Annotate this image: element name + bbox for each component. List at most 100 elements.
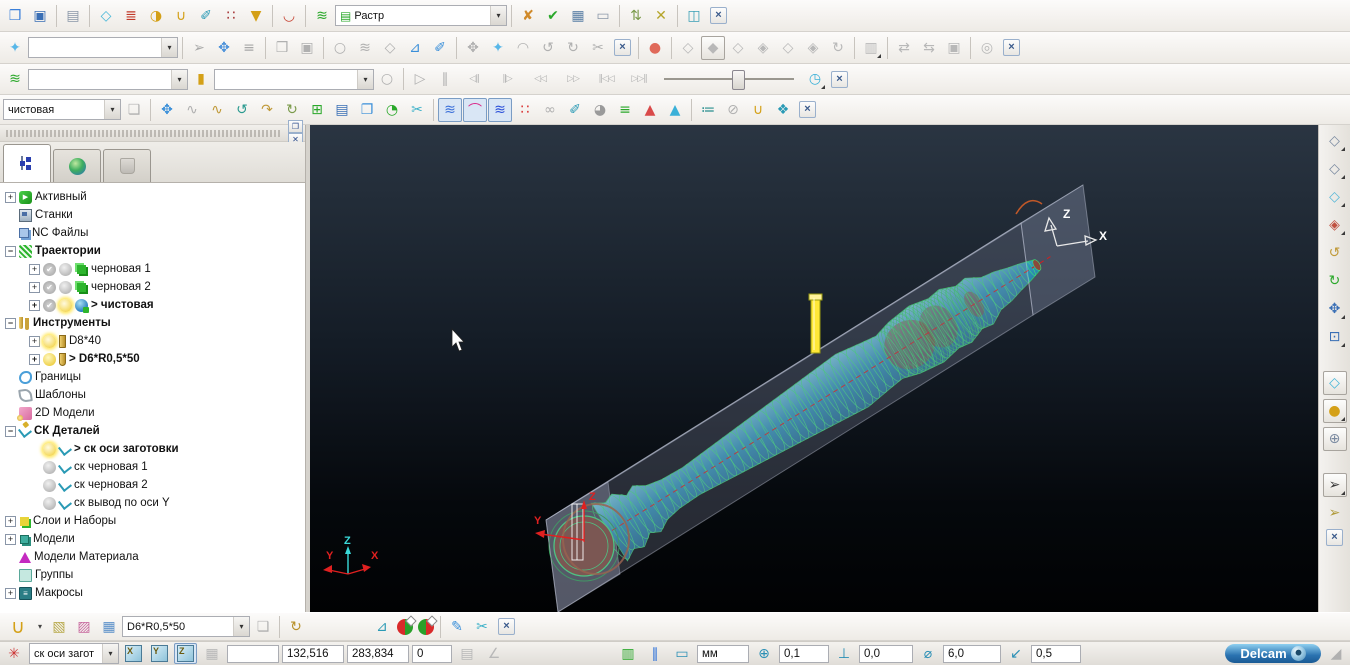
tree-item-wp-vyvod-po-osi-y[interactable]: ск вывод по оси Y [3,494,305,512]
print[interactable]: ▤ [61,4,85,28]
tool-combo-dropdown-icon[interactable]: ▾ [357,70,373,89]
tool-levels[interactable]: ❏ [251,615,275,639]
go-to-end[interactable]: ▷▷∥ [623,67,655,91]
tolerance[interactable]: 0,1 [779,645,829,663]
tree-item-boundaries[interactable]: Границы [3,368,305,386]
smooth-curve[interactable]: ◠ [511,36,535,60]
toolpath-parameters[interactable]: ▤ [330,98,354,122]
visibility-bulb[interactable]: ○ [375,67,399,91]
block-sim-4[interactable]: ◈ [751,36,775,60]
save-project[interactable]: ▣ [28,4,52,28]
coord-extra[interactable] [227,645,279,663]
thickness-icon[interactable]: ⊥ [832,642,856,665]
close-main-toolbar[interactable]: × [710,7,727,24]
tree-item-machines[interactable]: Станки [3,206,305,224]
edit-points[interactable]: ✦ [486,36,510,60]
view-along-x[interactable]: X [122,643,145,664]
expand-toggle[interactable]: − [5,318,16,329]
block-sim-5[interactable]: ◇ [776,36,800,60]
cut-curve[interactable]: ✂ [586,36,610,60]
expand-toggle[interactable]: − [5,246,16,257]
expand-toggle[interactable]: + [29,336,40,347]
tree-item-tool-d6-r05-50[interactable]: +> D6*R0,5*50 [3,350,305,368]
tool-change[interactable]: ⇅ [624,4,648,28]
cut-tool[interactable]: ✂ [470,615,494,639]
nc-program-blocks[interactable]: ◫ [682,4,706,28]
active-tool[interactable]: ∪ [3,615,33,639]
drag-handle[interactable] [6,130,282,137]
tolerance-icon[interactable]: ⊕ [752,642,776,665]
tool-u[interactable]: ∪ [169,4,193,28]
show-links[interactable]: ⌒ [463,98,487,122]
block-sim-1[interactable]: ◇ [676,36,700,60]
show-leads[interactable]: ≋ [488,98,512,122]
expand-toggle[interactable]: + [29,300,40,311]
tree-item-tool-d8-40[interactable]: +D8*40 [3,332,305,350]
reverse-toolpath[interactable]: ↻ [280,98,304,122]
active-cs-combo-dropdown-icon[interactable]: ▾ [102,644,118,663]
step-back[interactable]: ◁∥ [458,67,490,91]
move-items[interactable]: ✥ [212,36,236,60]
units[interactable]: мм [697,645,749,663]
transform-toolpath[interactable]: ✕ [649,4,673,28]
redo[interactable]: ↻ [561,36,585,60]
search-toolpath[interactable]: ≔ [696,98,720,122]
tree-item-wp-chernovaya-2[interactable]: ск черновая 2 [3,476,305,494]
grid-toggle[interactable]: ▦ [200,642,224,665]
workplane-edit[interactable]: ✐ [194,4,218,28]
show-holder[interactable]: ▲ [663,98,687,122]
scale-ruler[interactable]: ▭ [670,642,694,665]
tree-item-active[interactable]: +Активный [3,188,305,206]
stepover[interactable]: 0,5 [1031,645,1081,663]
show-collisions[interactable]: ▲ [638,98,662,122]
tool-diameter[interactable]: 6,0 [943,645,1001,663]
machining-time[interactable]: ◔ [380,98,404,122]
move-toolpath[interactable]: ✥ [155,98,179,122]
play[interactable]: ▷ [408,67,432,91]
shade-mode-2[interactable] [418,619,434,635]
expand-toggle[interactable]: + [29,264,40,275]
feed-rates[interactable]: ≣ [119,4,143,28]
view-along-z[interactable]: Z [174,643,197,664]
tab-explorer[interactable] [3,144,51,182]
power-off[interactable]: ◎ [975,36,999,60]
split-toolpath[interactable]: ✂ [405,98,429,122]
block-sim-3[interactable]: ◇ [726,36,750,60]
close-playback-toolbar[interactable]: × [831,71,848,88]
tab-web[interactable] [53,149,101,182]
drill-axis[interactable]: ⊘ [721,98,745,122]
tree-item-toolpaths[interactable]: −Траектории [3,242,305,260]
thickness[interactable]: 0,0 [859,645,913,663]
zoom-box[interactable]: ⊡ [1323,325,1347,349]
toolpath-profile[interactable]: ∿ [180,98,204,122]
block-calc[interactable]: ▥ [616,642,640,665]
transform-curve[interactable]: ✥ [461,36,485,60]
active-tool-dropdown[interactable]: ▾ [34,615,46,639]
limit-curve[interactable]: ⊿ [403,36,427,60]
block-sim-7[interactable]: ↻ [826,36,850,60]
sim-clock[interactable]: ◷ [803,67,827,91]
shade-mode-1[interactable] [397,619,413,635]
active-cs-combo[interactable]: ск оси загот▾ [29,643,119,664]
toolpath-combo-dropdown-icon[interactable]: ▾ [171,70,187,89]
sim-pause-indicator[interactable]: ∥ [643,642,667,665]
tree-item-2d-models[interactable]: 2D Модели [3,404,305,422]
expand-toggle[interactable]: + [29,354,40,365]
open-project[interactable]: ❒ [3,4,27,28]
tool-holder-profile[interactable]: ▦ [97,615,121,639]
sim-speed-slider[interactable] [664,68,794,90]
toolpath-levels[interactable]: ❏ [122,98,146,122]
toolpath-combo[interactable]: ▾ [28,69,188,90]
tools-list-icon[interactable]: ▮ [189,67,213,91]
model-swap-forward[interactable]: ⇆ [917,36,941,60]
expand-toggle[interactable]: + [5,516,16,527]
cursor-z[interactable]: 0 [412,645,452,663]
tree-item-levels-sets[interactable]: +Слои и Наборы [3,512,305,530]
tree-item-toolpath-chistovaya[interactable]: +> чистовая [3,296,305,314]
color-statistics[interactable]: ❖ [771,98,795,122]
view-shaded[interactable]: ● [1323,399,1347,423]
select-mode[interactable]: ➢ [1323,473,1347,497]
tree-item-nc-files[interactable]: NC Файлы [3,224,305,242]
view-wireframe[interactable]: ⊕ [1323,427,1347,451]
rewind[interactable]: ◁◁ [524,67,556,91]
